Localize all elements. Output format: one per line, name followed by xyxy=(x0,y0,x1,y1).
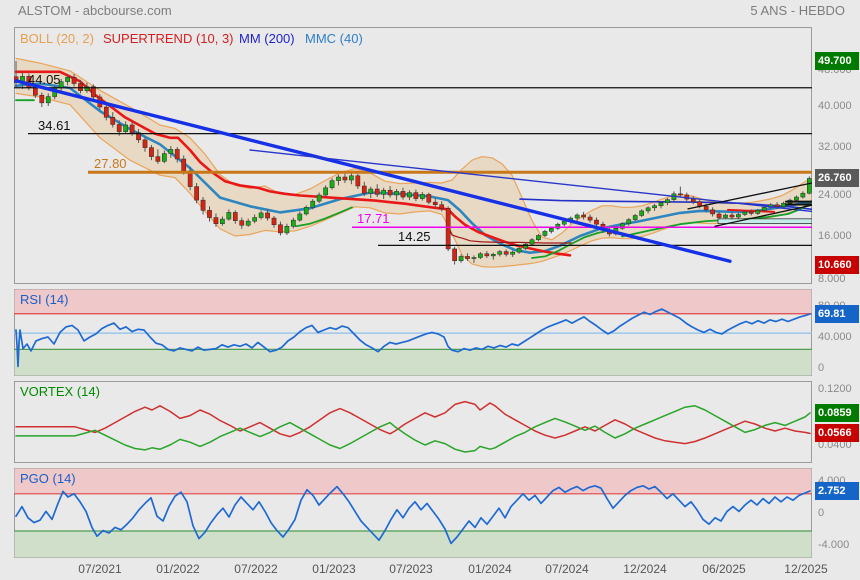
price-level-label: 17.71 xyxy=(357,211,390,226)
price-level-label: 27.80 xyxy=(94,156,127,171)
rsi-panel[interactable] xyxy=(14,289,812,376)
y-axis-tick: 8.000 xyxy=(818,273,846,285)
x-axis-label: 01/2024 xyxy=(468,562,511,576)
price-badge: 49.700 xyxy=(815,52,859,70)
x-axis-label: 07/2024 xyxy=(545,562,588,576)
y-axis-tick: 0 xyxy=(818,507,824,519)
x-axis-label: 07/2021 xyxy=(78,562,121,576)
rsi-label: RSI (14) xyxy=(20,292,68,307)
pgo-value-badge: 2.752 xyxy=(815,482,859,500)
y-axis-tick: 0.1200 xyxy=(818,383,852,395)
x-axis-label: 01/2023 xyxy=(312,562,355,576)
x-axis-label: 12/2024 xyxy=(623,562,666,576)
x-axis-label: 07/2023 xyxy=(389,562,432,576)
vortex-label: VORTEX (14) xyxy=(20,384,100,399)
pgo-label: PGO (14) xyxy=(20,471,76,486)
page: ALSTOM - abcbourse.com 5 ANS - HEBDO RSI… xyxy=(0,0,860,580)
y-axis-tick: 40.000 xyxy=(818,100,852,112)
price-level-label: 14.25 xyxy=(398,229,431,244)
y-axis-tick: 0 xyxy=(818,362,824,374)
main-chart-panel[interactable] xyxy=(14,27,812,284)
rsi-value-badge: 69.81 xyxy=(815,305,859,323)
legend-boll: BOLL (20, 2) xyxy=(20,31,94,46)
chart-title: ALSTOM - abcbourse.com xyxy=(18,3,172,18)
vortex-panel[interactable] xyxy=(14,381,812,463)
legend-mmc: MMC (40) xyxy=(305,31,363,46)
y-axis-tick: 32.000 xyxy=(818,141,852,153)
pgo-panel[interactable] xyxy=(14,468,812,558)
vortex-value-badge: 0.0859 xyxy=(815,404,859,422)
y-axis-tick: 16.000 xyxy=(818,230,852,242)
y-axis-tick: -4.000 xyxy=(818,539,849,551)
price-badge: 26.760 xyxy=(815,169,859,187)
x-axis-label: 06/2025 xyxy=(702,562,745,576)
x-axis-label: 01/2022 xyxy=(156,562,199,576)
legend-mm: MM (200) xyxy=(239,31,295,46)
legend-supertrend: SUPERTREND (10, 3) xyxy=(103,31,234,46)
period-label: 5 ANS - HEBDO xyxy=(750,3,845,18)
price-level-label: 44.05 xyxy=(28,72,61,87)
price-badge: 10.660 xyxy=(815,256,859,274)
price-level-label: 34.61 xyxy=(38,118,71,133)
vortex-value-badge: 0.0566 xyxy=(815,424,859,442)
y-axis-tick: 24.000 xyxy=(818,189,852,201)
x-axis-label: 12/2025 xyxy=(784,562,827,576)
x-axis-label: 07/2022 xyxy=(234,562,277,576)
y-axis-tick: 40.000 xyxy=(818,331,852,343)
